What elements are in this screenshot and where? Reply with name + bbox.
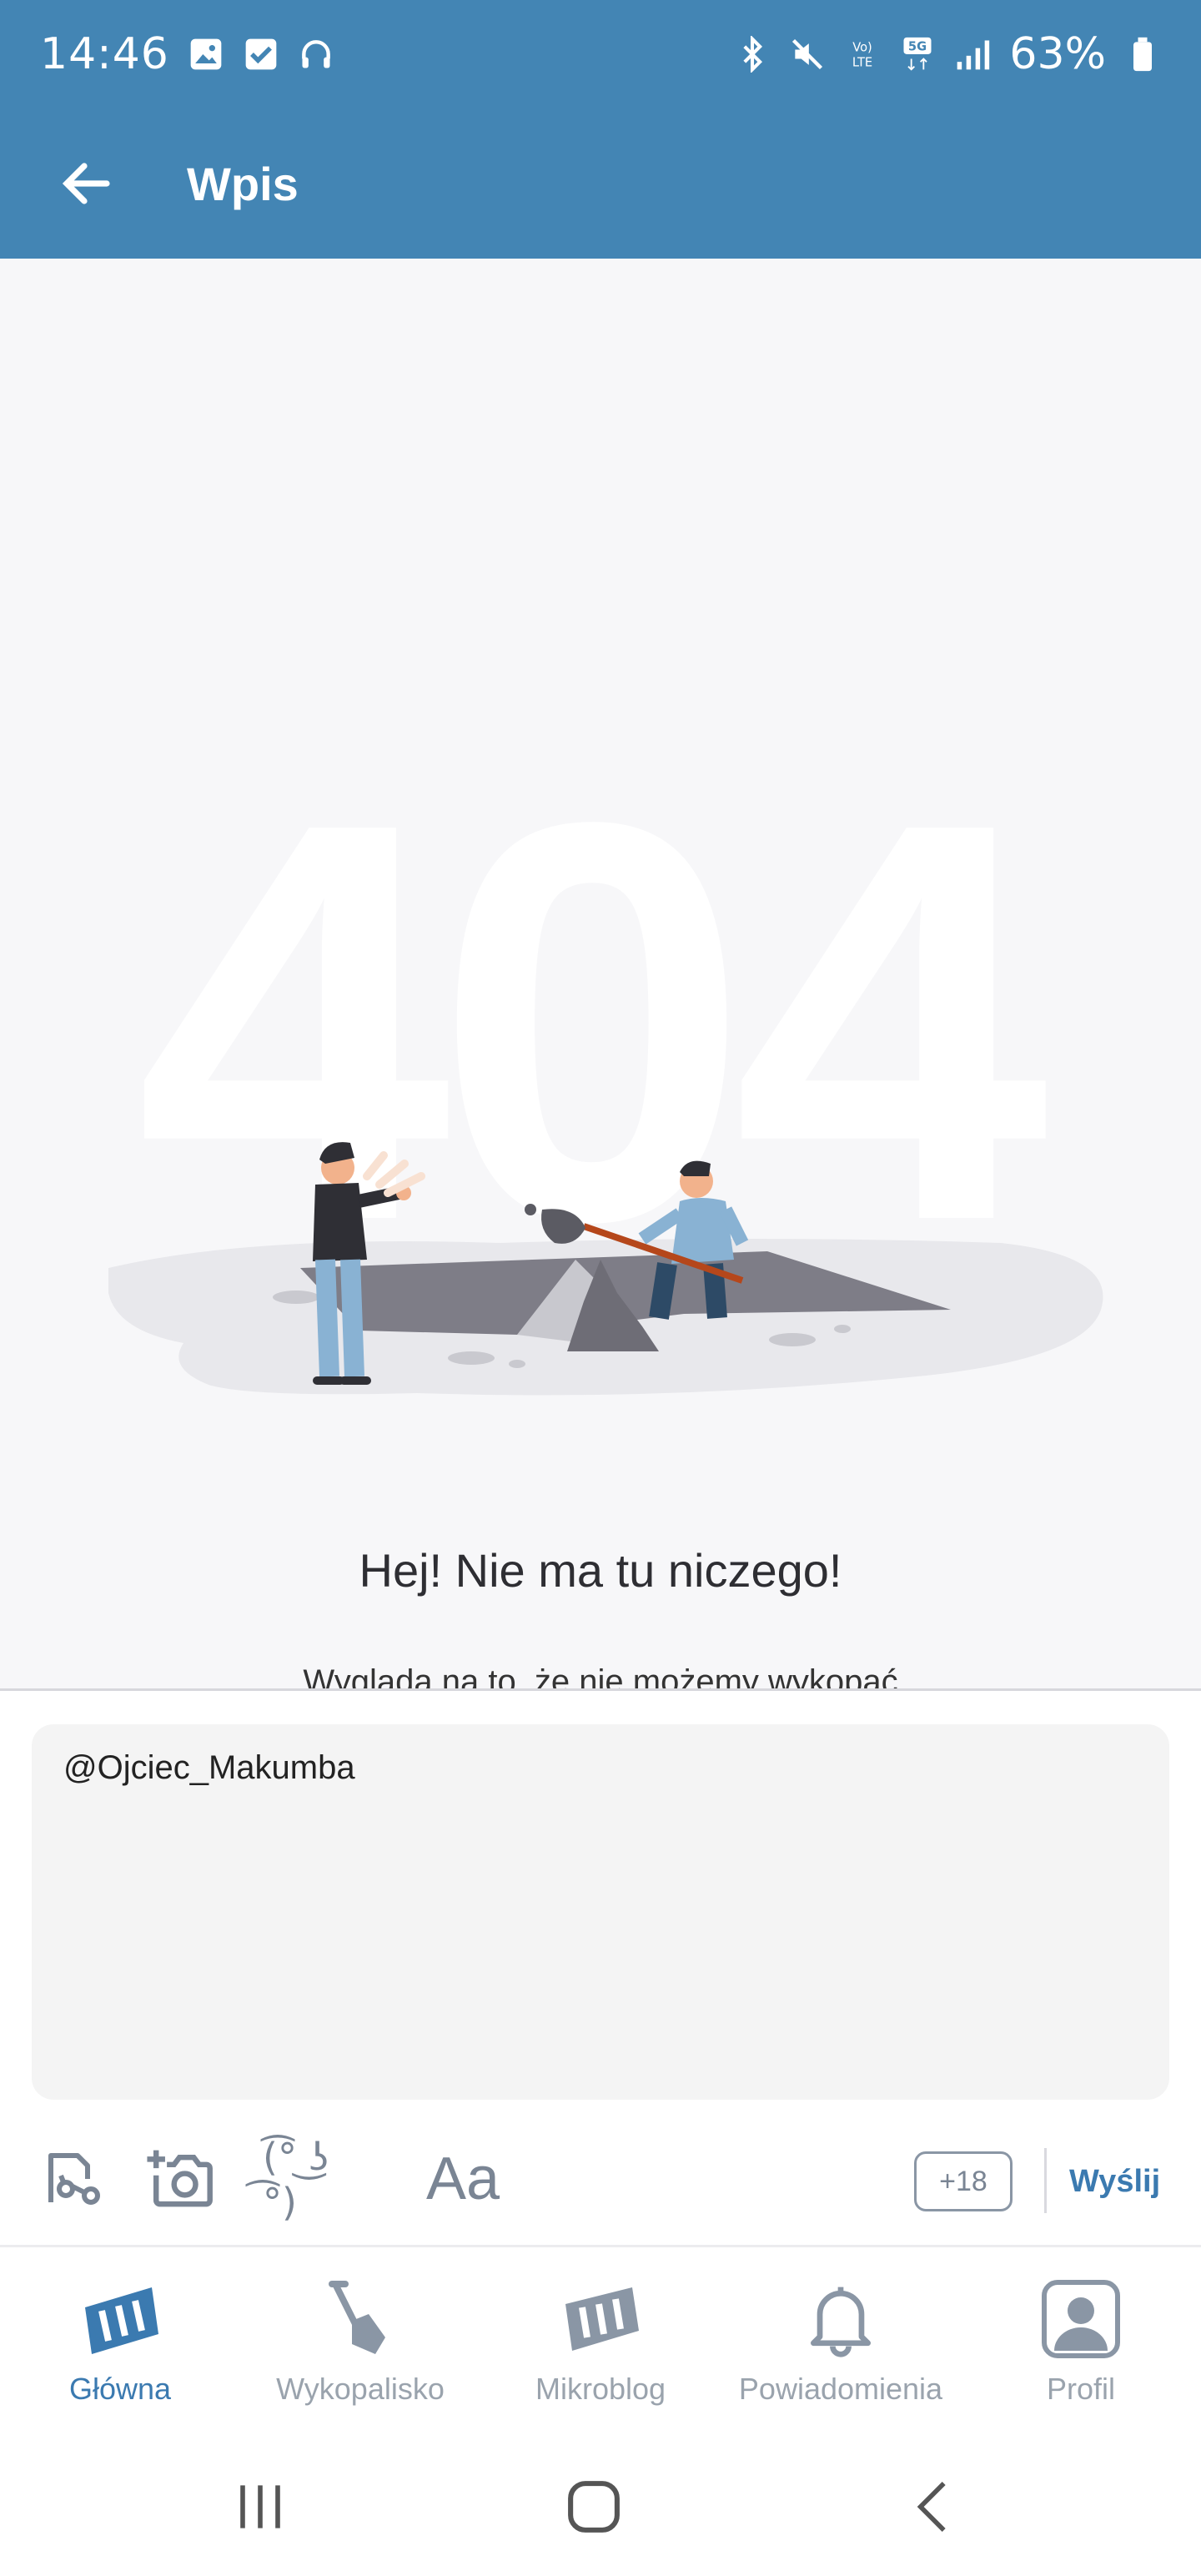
stone	[769, 1333, 816, 1346]
char-counter: +18	[914, 2151, 1013, 2211]
lenny-face-button[interactable]: (͡° ͜ʖ ͡°)	[263, 2135, 371, 2225]
nav-item-powiadomienia[interactable]: Powiadomienia	[721, 2248, 961, 2432]
volte-bottom-text: LTE	[852, 56, 872, 70]
toolbar-separator	[1044, 2148, 1047, 2213]
bell-icon	[795, 2273, 887, 2365]
nav-item-mikroblog[interactable]: Mikroblog	[480, 2248, 721, 2432]
volte-icon: Vo) LTE	[844, 36, 881, 73]
top-bar: 14:46 Vo) LTE 5G 63% Wpis	[0, 0, 1201, 259]
page-title: Wpis	[187, 157, 299, 210]
error-title: Hej! Nie ma tu niczego!	[359, 1544, 842, 1597]
nav-item-profil[interactable]: Profil	[961, 2248, 1201, 2432]
home-icon	[74, 2273, 166, 2365]
error-subtitle: Wygląda na to, że nie możemy wykopać	[303, 1663, 898, 1690]
back-button[interactable]	[37, 133, 137, 234]
attach-link-icon	[48, 2153, 100, 2205]
5g-icon: 5G	[899, 36, 936, 73]
nav-label-profil: Profil	[1046, 2372, 1116, 2406]
gallery-icon	[188, 36, 224, 73]
composer-toolbar: (͡° ͜ʖ ͡°) Aa +18 Wyślij	[0, 2133, 1201, 2225]
404-illustration: 404	[108, 705, 1103, 1396]
nav-label-wykopalisko: Wykopalisko	[276, 2372, 445, 2406]
stone	[448, 1351, 495, 1365]
bottom-navigation: Główna Wykopalisko Mikroblog Powiadomien…	[0, 2248, 1201, 2432]
send-button[interactable]: Wyślij	[1069, 2151, 1160, 2211]
battery-icon	[1124, 36, 1161, 73]
microblog-icon	[555, 2273, 646, 2365]
5g-text: 5G	[908, 39, 927, 53]
comment-composer: @Ojciec_Makumba (͡° ͜ʖ ͡°) Aa +18 Wyślij	[0, 1691, 1201, 2248]
nav-label-powiadomienia: Powiadomienia	[738, 2372, 943, 2406]
error-content: 404 Hej! Nie ma tu niczego! Wygląda na t…	[0, 259, 1201, 1690]
signal-icon	[954, 36, 991, 73]
checkbox-icon	[243, 36, 279, 73]
volte-top-text: Vo)	[853, 40, 873, 54]
recent-apps-icon	[240, 2485, 280, 2528]
system-back-button[interactable]	[884, 2457, 984, 2557]
stone	[509, 1360, 525, 1368]
battery-percent: 63%	[1009, 29, 1106, 79]
add-photo-button[interactable]	[138, 2140, 217, 2218]
home-square-icon	[568, 2481, 620, 2533]
profile-icon	[1035, 2273, 1127, 2365]
mute-icon	[789, 36, 826, 73]
status-time: 14:46	[40, 29, 169, 79]
bluetooth-icon	[734, 36, 771, 73]
recent-apps-button[interactable]	[210, 2457, 310, 2557]
home-button[interactable]	[544, 2457, 644, 2557]
composer-divider	[0, 2245, 1201, 2247]
nav-item-wykopalisko[interactable]: Wykopalisko	[240, 2248, 480, 2432]
attach-link-button[interactable]	[33, 2141, 108, 2216]
app-bar: Wpis	[0, 108, 1201, 259]
shovel-icon	[314, 2273, 406, 2365]
nav-item-glowna[interactable]: Główna	[0, 2248, 240, 2432]
system-navigation-bar	[0, 2432, 1201, 2576]
nav-label-mikroblog: Mikroblog	[535, 2372, 666, 2406]
nav-label-glowna: Główna	[68, 2372, 172, 2406]
camera-plus-icon	[147, 2150, 213, 2207]
stone	[273, 1291, 319, 1304]
stone	[834, 1325, 851, 1333]
headphones-icon	[298, 36, 334, 73]
status-right: Vo) LTE 5G 63%	[734, 29, 1161, 79]
status-bar: 14:46 Vo) LTE 5G 63%	[0, 0, 1201, 108]
arrow-left-icon	[62, 163, 110, 204]
status-left: 14:46	[40, 29, 334, 79]
text-format-button[interactable]: Aa	[417, 2141, 509, 2216]
chevron-left-icon	[917, 2482, 946, 2532]
comment-input[interactable]: @Ojciec_Makumba	[32, 1724, 1169, 2100]
